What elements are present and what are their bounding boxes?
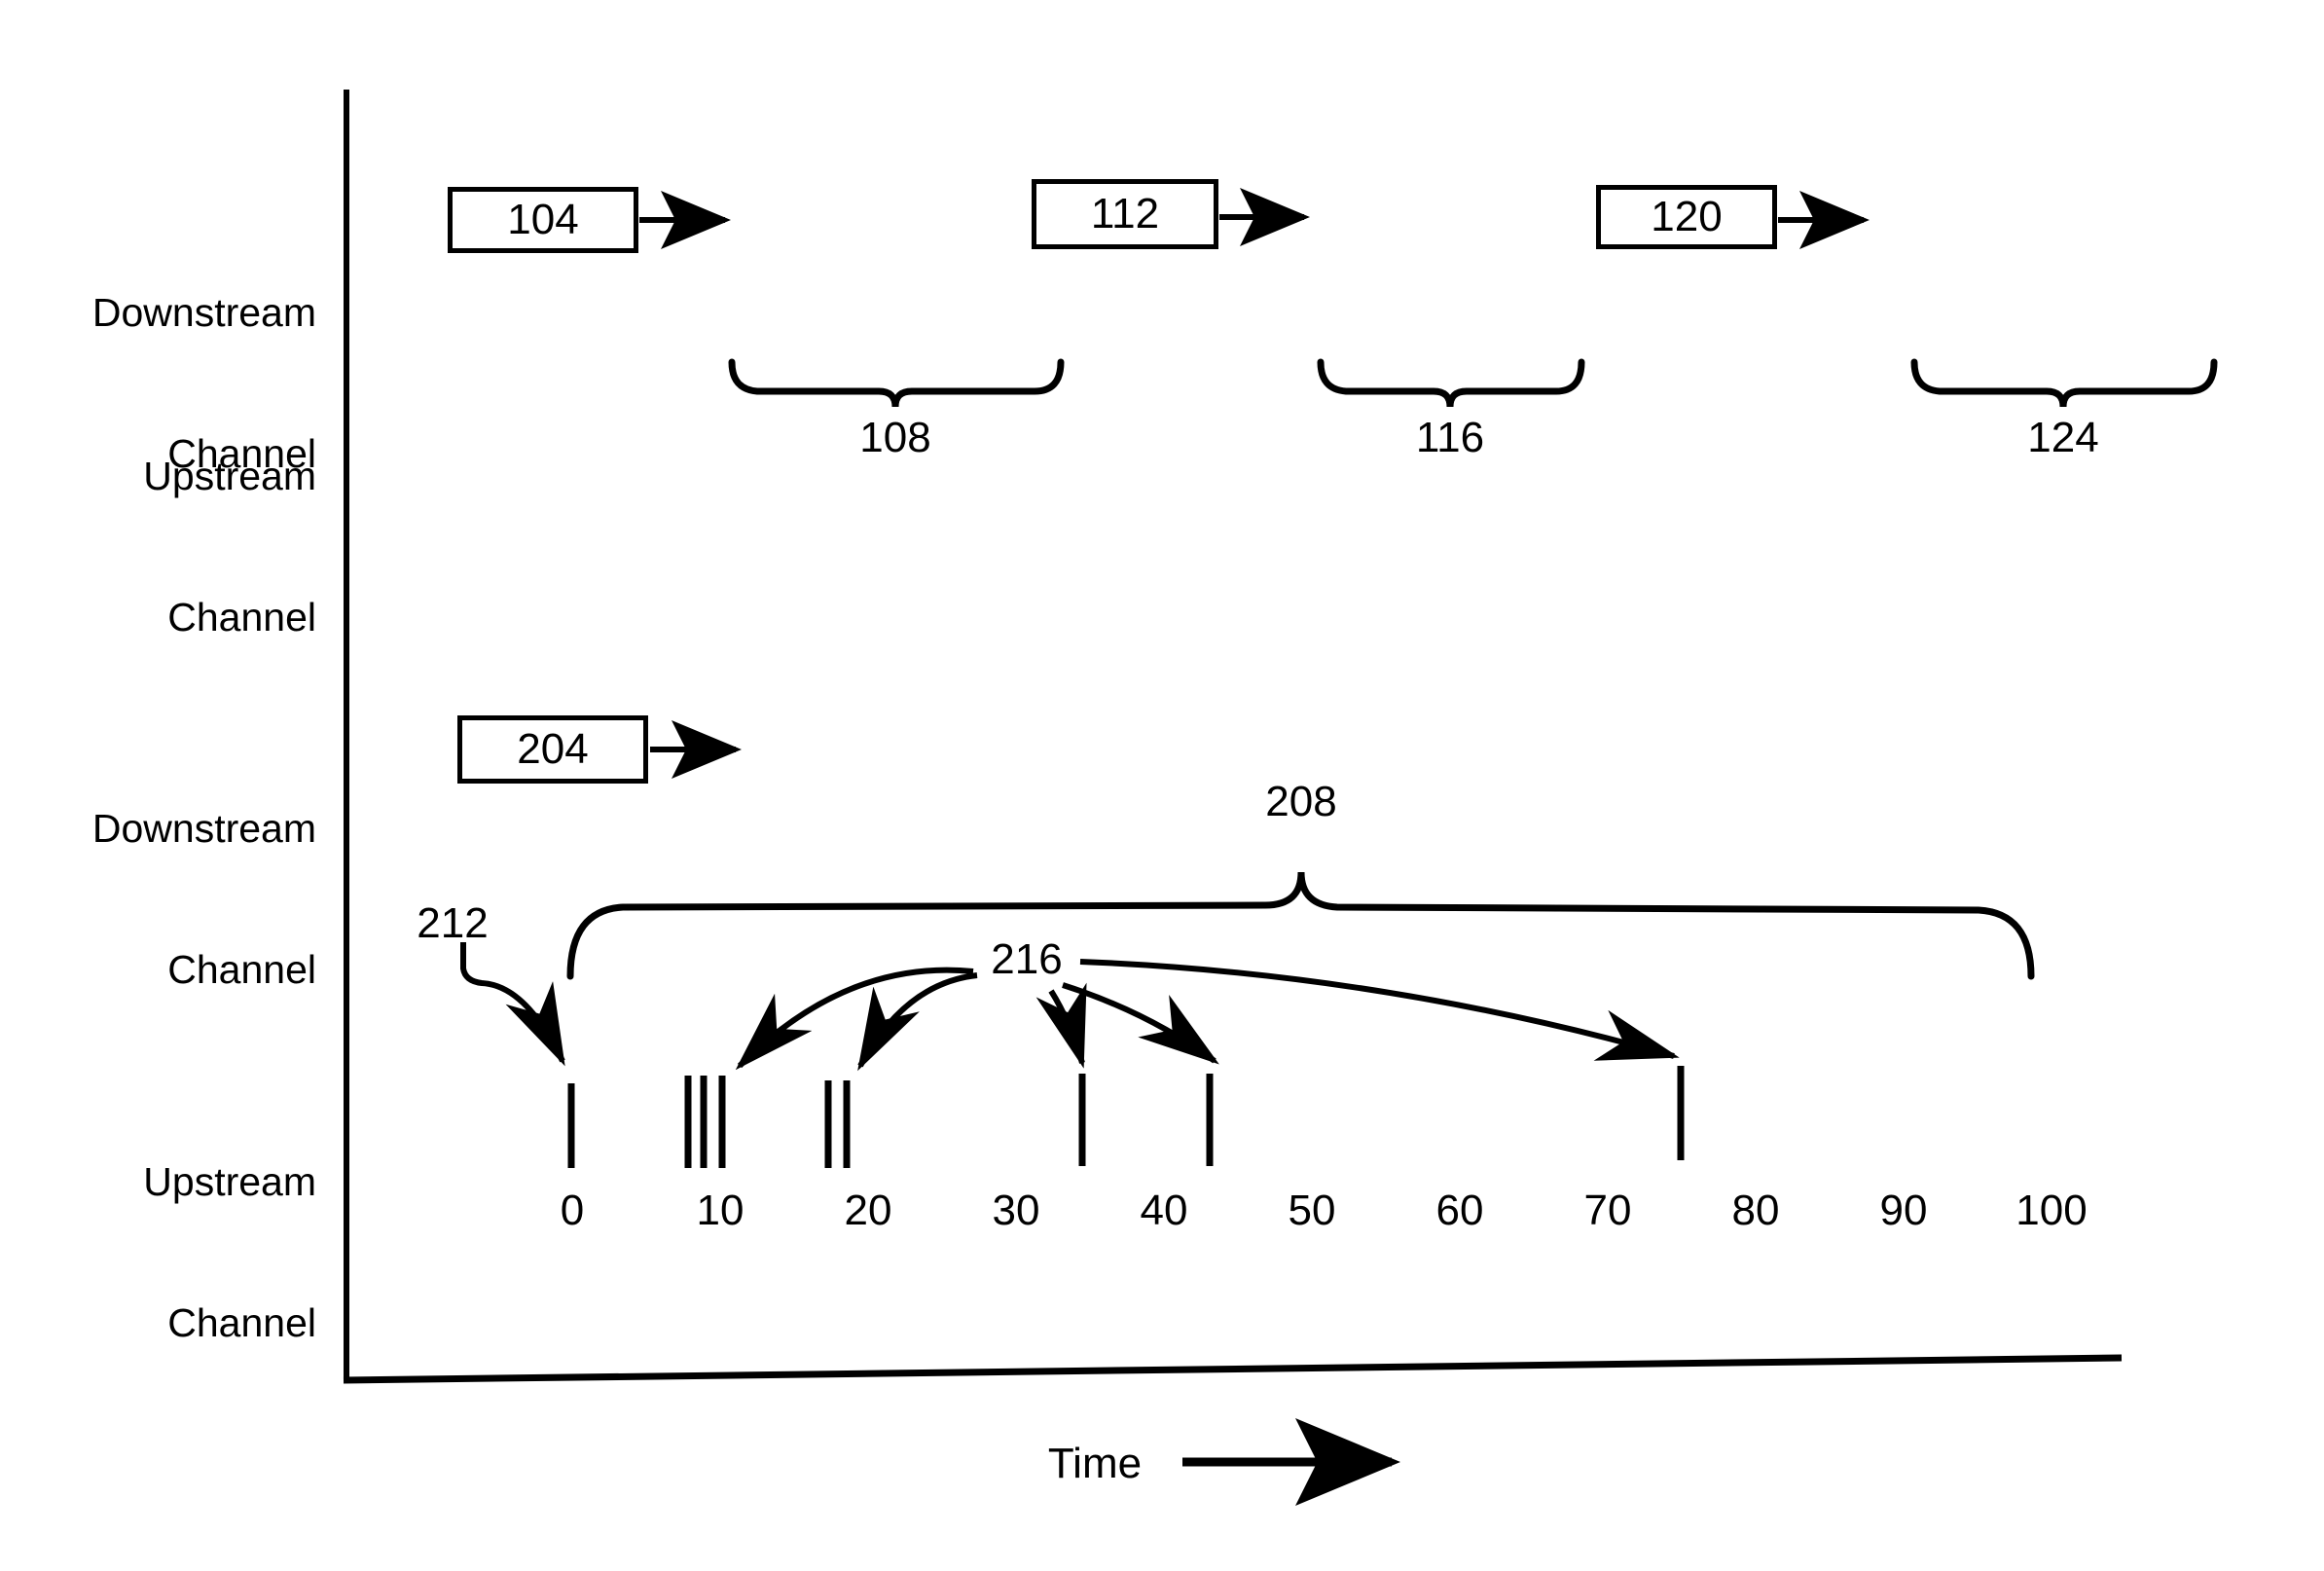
- patent-timing-diagram: Downstream Channel Upstream Channel Down…: [0, 0, 2324, 1571]
- downstream-block-204-label: 204: [517, 725, 589, 773]
- row-label-line1: Upstream: [143, 453, 316, 498]
- x-tick-label-100: 100: [2015, 1187, 2088, 1234]
- upstream-brace-124: [1910, 358, 2218, 408]
- upstream-brace-116: [1317, 358, 1585, 408]
- callout-label-212: 212: [417, 899, 489, 947]
- row-label-line2: Channel: [167, 594, 316, 639]
- x-tick-label-30: 30: [992, 1187, 1040, 1234]
- row-label-line2: Channel: [167, 946, 316, 992]
- upstream-brace-108: [728, 358, 1065, 408]
- row-label-line1: Downstream: [91, 805, 316, 851]
- x-tick-label-20: 20: [844, 1187, 892, 1234]
- brace-label-124: 124: [2027, 414, 2099, 461]
- callout-216-arrow-c: [1035, 982, 1087, 1069]
- callout-216-leaders: [735, 959, 1680, 1072]
- row-label-line1: Downstream: [91, 289, 316, 335]
- time-axis-label: Time: [1047, 1440, 1143, 1487]
- callout-216-arrow-b: [857, 972, 978, 1072]
- row-label-line1: Upstream: [143, 1158, 316, 1204]
- x-axis-line: [343, 1354, 2123, 1384]
- brace-label-108: 108: [859, 414, 931, 461]
- row-label-upstream-1: Upstream Channel: [10, 358, 316, 735]
- x-tick-label-40: 40: [1140, 1187, 1188, 1234]
- callout-216-arrow-e: [1079, 959, 1680, 1061]
- upstream-braces-top: [728, 358, 2218, 408]
- row-label-downstream-2: Downstream Channel: [10, 711, 316, 1087]
- x-tick-label-60: 60: [1435, 1187, 1484, 1234]
- callout-216-arrow-d: [1062, 982, 1219, 1065]
- downstream-block-120-label: 120: [1651, 193, 1723, 240]
- row-label-line2: Channel: [167, 1299, 316, 1345]
- x-tick-label-90: 90: [1879, 1187, 1928, 1234]
- upstream-brace-208: [566, 871, 2035, 980]
- x-tick-label-0: 0: [560, 1187, 585, 1234]
- downstream-block-112[interactable]: 112: [1032, 179, 1218, 249]
- x-tick-label-80: 80: [1731, 1187, 1780, 1234]
- downstream-block-104[interactable]: 104: [448, 187, 638, 253]
- x-tick-label-10: 10: [696, 1187, 744, 1234]
- brace-label-116: 116: [1415, 414, 1485, 461]
- downstream-block-120[interactable]: 120: [1596, 185, 1777, 249]
- downstream-block-104-label: 104: [507, 196, 579, 243]
- upstream-burst-ticks: [567, 1066, 1685, 1168]
- row-label-upstream-2: Upstream Channel: [10, 1064, 316, 1441]
- callout-label-216: 216: [991, 935, 1063, 983]
- x-tick-label-70: 70: [1583, 1187, 1632, 1234]
- downstream-block-112-label: 112: [1090, 190, 1160, 237]
- downstream-block-204[interactable]: 204: [457, 715, 648, 784]
- x-tick-label-50: 50: [1288, 1187, 1336, 1234]
- callout-212-leader: [460, 942, 565, 1067]
- brace-label-208: 208: [1265, 778, 1337, 825]
